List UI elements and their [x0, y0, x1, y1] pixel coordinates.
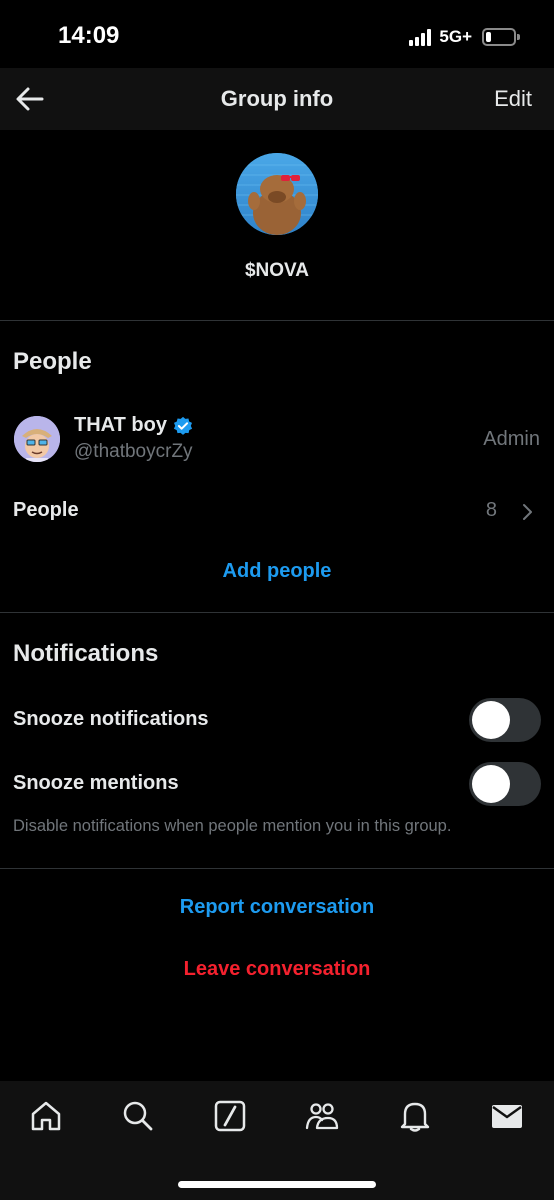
toggle-knob: [472, 765, 510, 803]
group-avatar[interactable]: [236, 153, 318, 235]
communities-icon: [305, 1103, 339, 1130]
network-type: 5G+: [439, 27, 472, 46]
snooze-notifications-row: Snooze notifications: [0, 698, 554, 744]
messages-icon: [492, 1105, 522, 1128]
snooze-notifications-label: Snooze notifications: [13, 708, 209, 730]
snooze-mentions-row: Snooze mentions: [0, 762, 554, 808]
nav-home[interactable]: [29, 1099, 63, 1133]
member-row-admin[interactable]: THAT boy @thatboycrZy Admin: [0, 405, 554, 471]
top-bar: Group info Edit: [0, 68, 554, 130]
people-section-title: People: [13, 348, 92, 375]
group-name: $NOVA: [244, 260, 310, 281]
people-count: 8: [485, 499, 497, 521]
status-time: 14:09: [58, 22, 120, 49]
role-badge: Admin: [483, 428, 540, 450]
chevron-right-icon: [523, 504, 532, 520]
toggle-knob: [472, 701, 510, 739]
member-display-name: THAT boy: [74, 414, 167, 436]
status-bar: 14:09 5G+: [0, 0, 554, 70]
nav-notifications[interactable]: [398, 1099, 432, 1133]
report-conversation-button[interactable]: Report conversation: [0, 896, 554, 919]
people-row-label: People: [13, 499, 79, 521]
snooze-mentions-toggle[interactable]: [469, 762, 541, 806]
notifications-section-title: Notifications: [13, 640, 159, 667]
verified-badge-icon: [173, 416, 193, 435]
nav-communities[interactable]: [305, 1099, 339, 1133]
avatar: [14, 416, 60, 462]
leave-conversation-button[interactable]: Leave conversation: [0, 958, 554, 981]
people-count-row[interactable]: People 8: [0, 490, 554, 532]
member-name: THAT boy: [74, 414, 193, 437]
nav-messages[interactable]: [490, 1099, 524, 1133]
home-icon: [31, 1101, 61, 1131]
member-handle: @thatboycrZy: [74, 441, 193, 462]
divider: [0, 868, 554, 869]
capybara-avatar-icon: [236, 153, 318, 235]
grok-icon: [214, 1100, 246, 1132]
battery-icon: [482, 28, 520, 46]
edit-button[interactable]: Edit: [494, 86, 532, 112]
add-people-button[interactable]: Add people: [0, 560, 554, 583]
signal-icon: [409, 28, 432, 46]
page-title: Group info: [220, 86, 334, 111]
notifications-icon: [400, 1102, 430, 1132]
search-icon: [123, 1101, 153, 1131]
nav-search[interactable]: [121, 1099, 155, 1133]
divider: [0, 320, 554, 321]
nav-grok[interactable]: [213, 1099, 247, 1133]
snooze-mentions-hint: Disable notifications when people mentio…: [13, 817, 452, 835]
snooze-notifications-toggle[interactable]: [469, 698, 541, 742]
snooze-mentions-label: Snooze mentions: [13, 772, 179, 794]
status-indicators: 5G+: [409, 27, 520, 47]
user-avatar-icon: [14, 416, 60, 462]
home-indicator[interactable]: [178, 1181, 376, 1188]
divider: [0, 612, 554, 613]
